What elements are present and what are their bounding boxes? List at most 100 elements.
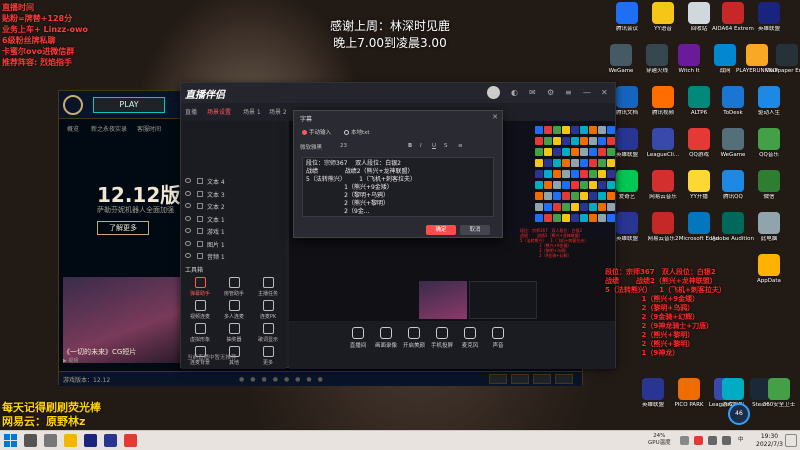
subnav-event[interactable]: 新之永夜实录 — [91, 124, 127, 133]
bottom-button-icon — [408, 327, 420, 339]
eye-icon[interactable] — [185, 215, 191, 221]
lol-taskbar-icon[interactable] — [84, 434, 97, 447]
minimize-icon[interactable]: — — [583, 88, 591, 97]
tab-scene-2[interactable]: 场景 2 — [269, 107, 287, 116]
source-item[interactable]: 文本 4 — [183, 175, 283, 188]
tray-app-icon[interactable] — [694, 436, 703, 445]
mini-icon — [598, 159, 606, 167]
desktop-icon[interactable]: QQ音乐 — [748, 128, 790, 168]
align-button[interactable]: ≡ — [458, 143, 463, 149]
settings-icon[interactable]: ⚙ — [547, 88, 554, 97]
subtitle-textarea[interactable]: 段位：宗师367 双人段位：白银2 战绩 战绩2（熊兴+龙神联盟） 5（法转熊兴… — [302, 157, 494, 217]
subtitle-dialog[interactable]: 字幕 ✕ 手动输入 本地txt 微软雅黑 23 B I U S ≡ 段位：宗师3… — [293, 110, 503, 238]
source-item[interactable]: 文本 3 — [183, 188, 283, 201]
bottom-button-icon — [436, 327, 448, 339]
ok-button[interactable]: 确定 — [426, 225, 456, 235]
desktop-icon[interactable]: Wallpaper Engine — [766, 44, 800, 84]
desktop-icon[interactable]: 驱动人生 — [748, 86, 790, 126]
start-button[interactable] — [4, 434, 17, 447]
clash-button[interactable] — [533, 374, 551, 384]
desktop-icon[interactable]: AppData — [748, 254, 790, 294]
mini-icon — [571, 148, 579, 156]
mini-icon — [535, 159, 543, 167]
chat-button[interactable] — [511, 374, 529, 384]
eye-icon[interactable] — [185, 240, 191, 246]
checkbox-icon[interactable] — [197, 178, 203, 184]
radio-manual[interactable]: 手动输入 — [302, 128, 331, 136]
mini-icon — [598, 181, 606, 189]
menu-icon[interactable]: ≡ — [565, 88, 572, 97]
clock[interactable]: 19:30 2022/7/3 — [756, 433, 783, 449]
lol-logo-icon — [63, 95, 83, 115]
bold-button[interactable]: B — [408, 143, 412, 149]
league-taskbar-icon[interactable] — [104, 434, 117, 447]
radio-file[interactable]: 本地txt — [344, 128, 370, 136]
checkbox-icon[interactable] — [197, 253, 203, 259]
mini-icon — [580, 203, 588, 211]
ime-indicator[interactable]: 中 — [738, 437, 744, 444]
friends-button[interactable] — [489, 374, 507, 384]
tab-scene-settings[interactable]: 场景设置 — [207, 107, 231, 116]
learn-more-button[interactable]: 了解更多 — [97, 221, 149, 235]
dialog-close-icon[interactable]: ✕ — [492, 113, 498, 121]
source-item[interactable]: 文本 2 — [183, 200, 283, 213]
clock-date: 2022/7/3 — [756, 441, 783, 448]
tool-icon — [262, 323, 274, 334]
settings-button[interactable] — [555, 374, 573, 384]
app-icon — [714, 44, 736, 66]
eye-icon[interactable] — [185, 178, 191, 183]
checkbox-icon[interactable] — [197, 203, 203, 209]
mini-icon — [535, 181, 543, 189]
tool-item[interactable]: 更多 — [253, 346, 283, 372]
tray-arrow-icon[interactable] — [680, 436, 689, 445]
desktop-icon[interactable]: 微信 — [748, 170, 790, 210]
cancel-button[interactable]: 取消 — [460, 225, 490, 235]
eye-icon[interactable] — [185, 190, 191, 196]
mail-icon[interactable]: ✉ — [529, 88, 536, 97]
desktop-icon[interactable]: 此电脑 — [748, 212, 790, 252]
checkbox-icon[interactable] — [197, 240, 203, 247]
subnav-support[interactable]: 客服时间 — [137, 124, 161, 133]
desktop-icon-label: QQ音乐 — [759, 152, 779, 158]
avatar[interactable] — [487, 86, 500, 99]
size-select[interactable]: 23 — [340, 143, 347, 149]
subnav-overview[interactable]: 概览 — [67, 124, 79, 133]
app-taskbar-icon[interactable] — [124, 434, 137, 447]
checkbox-icon[interactable] — [197, 228, 203, 234]
bottom-button[interactable]: 声音 — [481, 327, 515, 349]
source-item[interactable]: 图片 1 — [183, 238, 283, 251]
volume-icon[interactable] — [722, 436, 731, 445]
radio-manual-label: 手动输入 — [309, 130, 332, 136]
notification-icon[interactable] — [785, 434, 797, 447]
mini-icon — [544, 170, 552, 178]
font-select[interactable]: 微软雅黑 — [300, 143, 322, 151]
carousel-dots[interactable]: ●●●●●●●● — [239, 376, 329, 383]
search-icon[interactable] — [24, 434, 37, 447]
eye-icon[interactable] — [185, 253, 191, 258]
source-item[interactable]: 游戏 1 — [183, 225, 283, 238]
tab-scene-1[interactable]: 场景 1 — [243, 107, 261, 116]
underline-button[interactable]: U — [432, 143, 436, 149]
checkbox-icon[interactable] — [197, 215, 203, 222]
tab-live[interactable]: 直播 — [185, 107, 197, 116]
close-icon[interactable]: ✕ — [601, 88, 608, 97]
skin-icon[interactable]: ◐ — [511, 88, 518, 97]
checkbox-icon[interactable] — [197, 190, 203, 197]
performance-widget[interactable]: 46 — [728, 403, 750, 425]
strike-button[interactable]: S — [444, 143, 448, 149]
network-icon[interactable] — [708, 436, 717, 445]
source-item[interactable]: 文本 1 — [183, 213, 283, 226]
eye-icon[interactable] — [185, 228, 191, 233]
desktop-icon[interactable]: 英雄联盟 — [748, 2, 790, 42]
app-icon — [688, 128, 710, 150]
desktop-icon[interactable]: 360安全卫士 — [758, 378, 800, 418]
task-view-icon[interactable] — [44, 434, 57, 447]
italic-button[interactable]: I — [420, 143, 422, 149]
format-toolbar: 微软雅黑 23 B I U S ≡ — [300, 142, 498, 152]
source-item[interactable]: 音频 1 — [183, 250, 283, 263]
play-button[interactable]: PLAY — [93, 97, 165, 113]
tool-label: 主播任务 — [257, 291, 278, 297]
explorer-icon[interactable] — [64, 434, 77, 447]
mini-icon — [598, 192, 606, 200]
eye-icon[interactable] — [185, 203, 191, 208]
